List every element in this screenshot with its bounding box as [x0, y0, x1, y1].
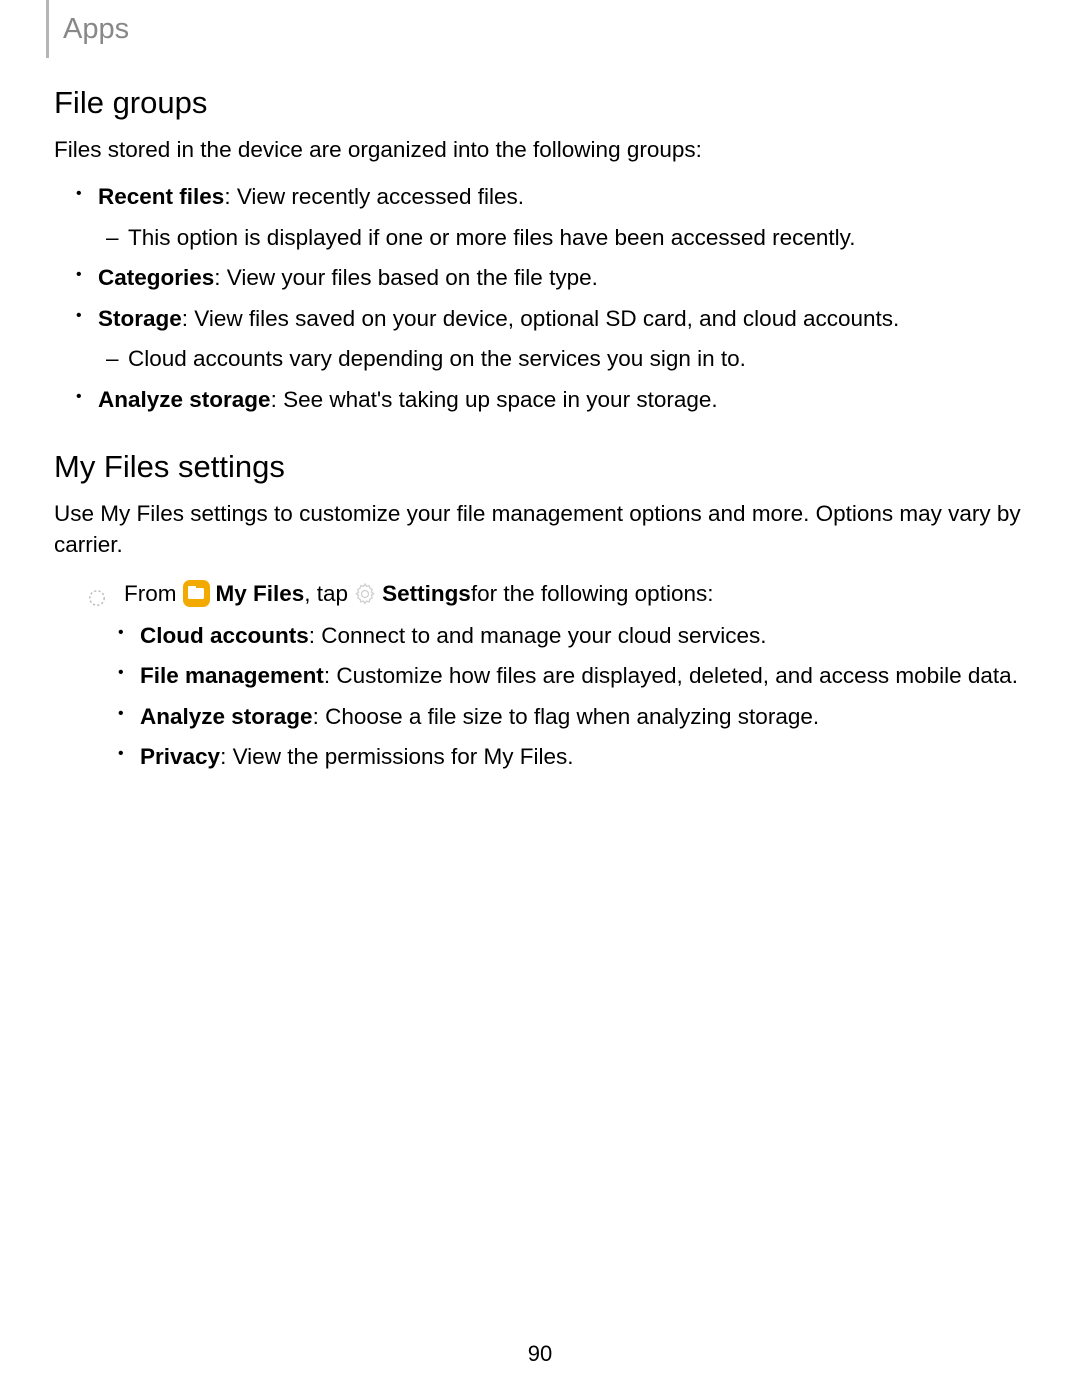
item-label: File management	[140, 663, 324, 688]
settings-gear-icon	[353, 582, 377, 606]
item-label: Analyze storage	[140, 704, 313, 729]
section-my-files-settings: My Files settings Use My Files settings …	[54, 449, 1026, 772]
instruction-text: From My Files, tap Settings for the foll…	[88, 578, 713, 610]
item-desc: : View recently accessed files.	[224, 184, 524, 209]
list-item: Analyze storage: See what's taking up sp…	[98, 384, 1026, 416]
settings-options-list: Cloud accounts: Connect to and manage yo…	[54, 620, 1026, 773]
section-intro-file-groups: Files stored in the device are organized…	[54, 135, 1026, 165]
sub-list: This option is displayed if one or more …	[98, 222, 1026, 254]
sub-list: Cloud accounts vary depending on the ser…	[98, 343, 1026, 375]
list-item: Privacy: View the permissions for My Fil…	[140, 741, 1026, 773]
item-label: Categories	[98, 265, 214, 290]
app-label: My Files	[216, 578, 305, 610]
header-rule	[46, 0, 49, 58]
action-label: Settings	[382, 578, 471, 610]
page-content: File groups Files stored in the device a…	[54, 85, 1026, 782]
list-item: Storage: View files saved on your device…	[98, 303, 1026, 375]
item-desc: : Connect to and manage your cloud servi…	[309, 623, 767, 648]
sub-item: Cloud accounts vary depending on the ser…	[128, 343, 1026, 375]
ring-marker-icon	[88, 584, 106, 602]
item-label: Recent files	[98, 184, 224, 209]
instruction-pre: From	[124, 578, 177, 610]
item-desc: : View files saved on your device, optio…	[182, 306, 900, 331]
item-label: Privacy	[140, 744, 220, 769]
item-desc: : View your files based on the file type…	[214, 265, 598, 290]
list-item: File management: Customize how files are…	[140, 660, 1026, 692]
file-groups-list: Recent files: View recently accessed fil…	[54, 181, 1026, 415]
list-item: Recent files: View recently accessed fil…	[98, 181, 1026, 253]
instruction-post: for the following options:	[471, 578, 714, 610]
item-label: Storage	[98, 306, 182, 331]
sub-item: This option is displayed if one or more …	[128, 222, 1026, 254]
section-title-my-files-settings: My Files settings	[54, 449, 1026, 485]
instruction-row: From My Files, tap Settings for the foll…	[54, 578, 1026, 610]
my-files-icon	[183, 580, 210, 607]
item-desc: : View the permissions for My Files.	[220, 744, 573, 769]
header-label: Apps	[63, 13, 129, 46]
item-label: Cloud accounts	[140, 623, 309, 648]
item-label: Analyze storage	[98, 387, 271, 412]
item-desc: : See what's taking up space in your sto…	[271, 387, 718, 412]
section-title-file-groups: File groups	[54, 85, 1026, 121]
list-item: Categories: View your files based on the…	[98, 262, 1026, 294]
item-desc: : Customize how files are displayed, del…	[324, 663, 1018, 688]
instruction-mid: , tap	[304, 578, 348, 610]
page-header: Apps	[46, 0, 129, 58]
item-desc: : Choose a file size to flag when analyz…	[313, 704, 820, 729]
section-intro-my-files-settings: Use My Files settings to customize your …	[54, 499, 1026, 560]
page-number: 90	[0, 1341, 1080, 1367]
list-item: Cloud accounts: Connect to and manage yo…	[140, 620, 1026, 652]
list-item: Analyze storage: Choose a file size to f…	[140, 701, 1026, 733]
